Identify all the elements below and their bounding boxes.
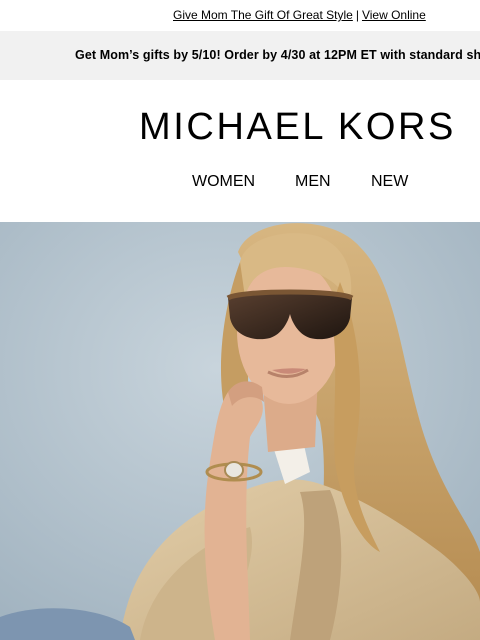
view-online-link[interactable]: View Online bbox=[362, 8, 426, 22]
hero-illustration bbox=[0, 222, 480, 640]
preheader-separator: | bbox=[355, 8, 359, 22]
shipping-banner-text: Get Mom’s gifts by 5/10! Order by 4/30 a… bbox=[75, 48, 480, 62]
gift-for-mom-link[interactable]: Give Mom The Gift Of Great Style bbox=[173, 8, 353, 22]
hero-image[interactable] bbox=[0, 222, 480, 640]
shipping-banner[interactable]: Get Mom’s gifts by 5/10! Order by 4/30 a… bbox=[0, 31, 480, 80]
preheader: Give Mom The Gift Of Great Style | View On… bbox=[0, 0, 480, 31]
nav-item-new[interactable]: NEW bbox=[371, 172, 408, 192]
nav-item-women[interactable]: WOMEN bbox=[192, 172, 255, 192]
brand-logo[interactable]: MICHAEL KORS bbox=[139, 107, 456, 147]
preheader-links: Give Mom The Gift Of Great Style | View On… bbox=[173, 8, 426, 22]
main-nav: WOMEN MEN NEW bbox=[0, 172, 480, 192]
nav-item-men[interactable]: MEN bbox=[295, 172, 331, 192]
